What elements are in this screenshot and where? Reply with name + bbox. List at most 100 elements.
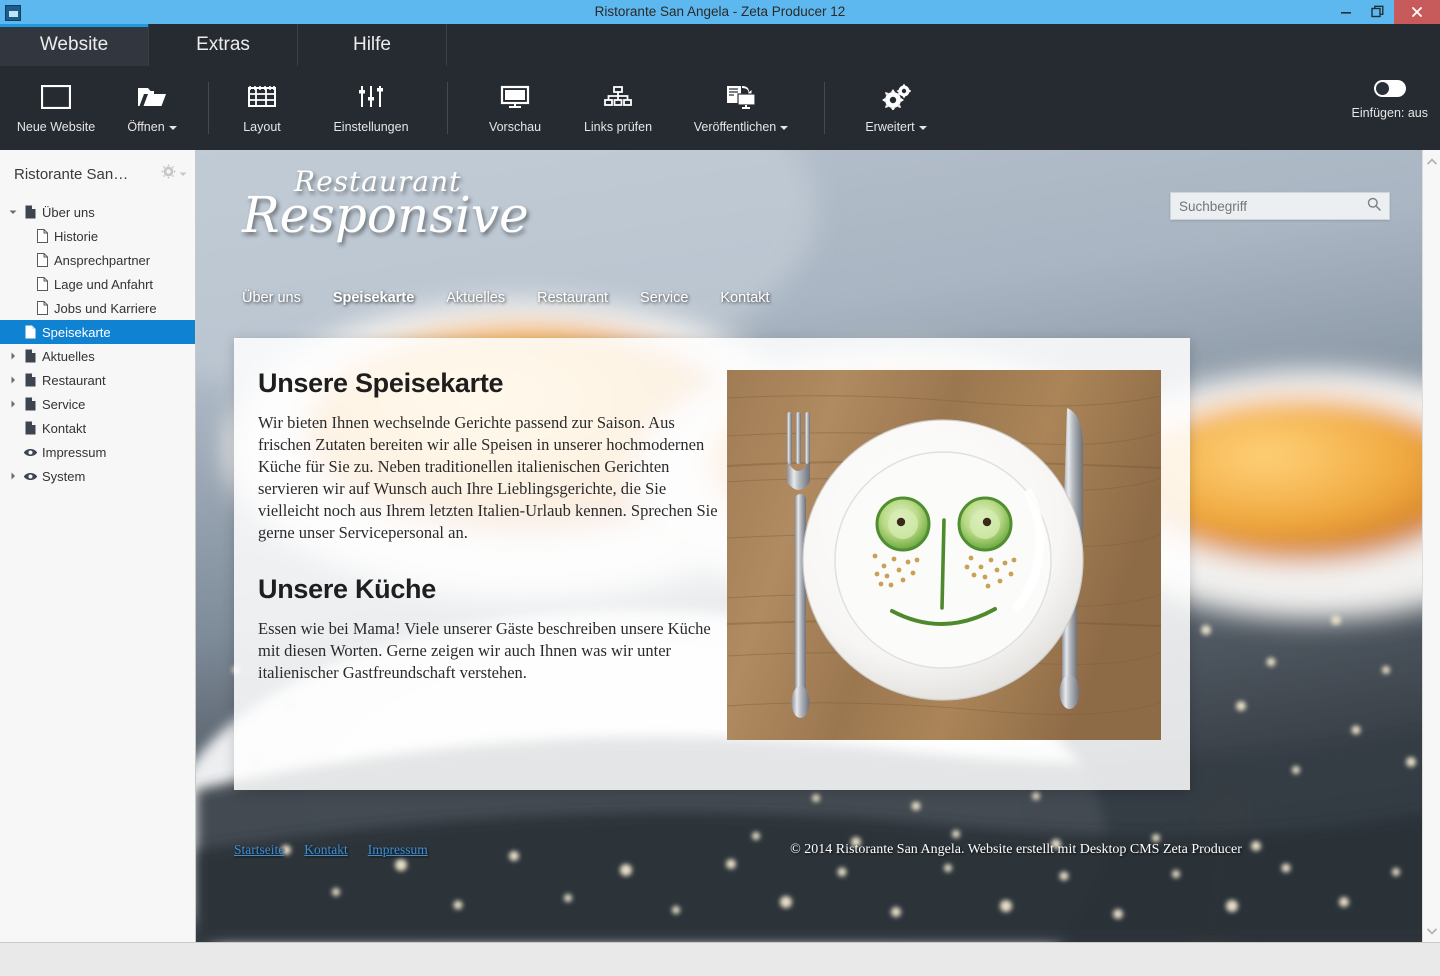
chevron-down-icon <box>169 126 177 130</box>
open-button[interactable]: Öffnen <box>116 66 188 134</box>
main-area: Ristorante San… <box>0 150 1440 942</box>
einfuegen-toggle[interactable]: Einfügen: aus <box>1352 80 1428 120</box>
site-navigation: Über uns Speisekarte Aktuelles Restauran… <box>242 290 770 306</box>
preview-scrollbar[interactable] <box>1422 150 1440 942</box>
links-pruefen-button[interactable]: Links prüfen <box>578 66 658 134</box>
ribbon: Website Extras Hilfe Neue Website Öffnen <box>0 24 1440 150</box>
chevron-down-icon-sidebar <box>179 165 187 183</box>
close-button[interactable] <box>1394 0 1440 24</box>
toggle-knob <box>1376 82 1389 95</box>
veroeffentlichen-button[interactable]: Veröffentlichen <box>686 66 796 134</box>
expander-down-icon[interactable] <box>6 208 20 216</box>
sidebar-item-label: Speisekarte <box>40 325 111 340</box>
toolbar-separator-3 <box>824 82 825 134</box>
sidebar-item-label: Über uns <box>40 205 95 220</box>
sidebar-item-label: Aktuelles <box>40 349 95 364</box>
new-website-icon <box>41 80 71 114</box>
website-preview: Restaurant Responsive Über uns Speisekar… <box>196 150 1440 942</box>
layout-icon <box>248 80 276 114</box>
erweitert-button[interactable]: Erweitert <box>855 66 937 134</box>
expander-right-icon[interactable] <box>6 400 20 408</box>
footer-link-startseite[interactable]: Startseite <box>234 842 284 858</box>
status-bar <box>0 942 1440 976</box>
sidebar-item-ueber-uns[interactable]: Über uns <box>0 200 195 224</box>
tab-hilfe[interactable]: Hilfe <box>298 24 447 66</box>
page-filled-icon <box>20 373 40 387</box>
sidebar: Ristorante San… <box>0 150 196 942</box>
sidebar-project-title: Ristorante San… <box>14 166 161 183</box>
sidebar-item-label: Impressum <box>40 445 106 460</box>
paragraph-kueche: Essen wie bei Mama! Viele unserer Gäste … <box>258 618 718 684</box>
site-logo[interactable]: Restaurant Responsive <box>242 168 492 240</box>
site-nav-restaurant[interactable]: Restaurant <box>537 290 608 306</box>
site-nav-speisekarte[interactable]: Speisekarte <box>333 290 414 306</box>
ribbon-toolbar: Neue Website Öffnen Layout <box>0 66 1440 150</box>
sidebar-item-label: Service <box>40 397 85 412</box>
sidebar-item-speisekarte[interactable]: Speisekarte <box>0 320 195 344</box>
search-input[interactable] <box>1179 199 1367 214</box>
page-outline-icon <box>32 253 52 267</box>
window-title: Ristorante San Angela - Zeta Producer 12 <box>0 0 1440 24</box>
content-text-column: Unsere Speisekarte Wir bieten Ihnen wech… <box>258 368 718 790</box>
paragraph-speisekarte: Wir bieten Ihnen wechselnde Gerichte pas… <box>258 412 718 544</box>
sidebar-item-label: System <box>40 469 85 484</box>
footer-link-kontakt[interactable]: Kontakt <box>304 842 348 858</box>
gears-icon <box>881 80 911 114</box>
site-nav-kontakt[interactable]: Kontakt <box>720 290 769 306</box>
new-website-button[interactable]: Neue Website <box>20 66 92 134</box>
site-nav-aktuelles[interactable]: Aktuelles <box>446 290 505 306</box>
chevron-down-icon-3 <box>919 126 927 130</box>
einstellungen-button[interactable]: Einstellungen <box>323 66 419 134</box>
sidebar-item-system[interactable]: System <box>0 464 195 488</box>
expander-right-icon[interactable] <box>6 472 20 480</box>
minimize-button[interactable] <box>1330 0 1362 24</box>
ribbon-tab-strip: Website Extras Hilfe <box>0 24 1440 66</box>
sidebar-item-ansprechpartner[interactable]: Ansprechpartner <box>0 248 195 272</box>
toolbar-separator-2 <box>447 82 448 134</box>
page-outline-icon <box>32 301 52 315</box>
title-bar: Ristorante San Angela - Zeta Producer 12 <box>0 0 1440 24</box>
chevron-up-icon[interactable] <box>1423 152 1440 170</box>
page-filled-icon <box>20 349 40 363</box>
sidebar-item-restaurant[interactable]: Restaurant <box>0 368 195 392</box>
einfuegen-toggle-label: Einfügen: aus <box>1352 106 1428 120</box>
sidebar-item-kontakt[interactable]: Kontakt <box>0 416 195 440</box>
sidebar-header: Ristorante San… <box>0 150 195 198</box>
sidebar-item-service[interactable]: Service <box>0 392 195 416</box>
toggle-switch[interactable] <box>1374 80 1406 97</box>
page-white-icon <box>20 325 40 339</box>
layout-label: Layout <box>243 120 281 134</box>
sidebar-item-historie[interactable]: Historie <box>0 224 195 248</box>
sidebar-item-label: Kontakt <box>40 421 86 436</box>
chevron-down-icon-scroll[interactable] <box>1423 922 1440 940</box>
heading-unsere-speisekarte: Unsere Speisekarte <box>258 368 718 399</box>
search-icon[interactable] <box>1367 197 1381 216</box>
restore-button[interactable] <box>1362 0 1394 24</box>
sidebar-item-lage-und-anfahrt[interactable]: Lage und Anfahrt <box>0 272 195 296</box>
plate-face-photo[interactable] <box>727 370 1161 740</box>
site-nav-ueber-uns[interactable]: Über uns <box>242 290 301 306</box>
expander-right-icon[interactable] <box>6 352 20 360</box>
vorschau-button[interactable]: Vorschau <box>480 66 550 134</box>
logo-line-2: Responsive <box>242 190 492 240</box>
eye-icon <box>20 471 40 482</box>
page-filled-icon <box>20 421 40 435</box>
footer-link-impressum[interactable]: Impressum <box>368 842 428 858</box>
sidebar-item-jobs-und-karriere[interactable]: Jobs und Karriere <box>0 296 195 320</box>
layout-button[interactable]: Layout <box>231 66 293 134</box>
sidebar-item-label: Restaurant <box>40 373 106 388</box>
sidebar-item-impressum[interactable]: Impressum <box>0 440 195 464</box>
tab-extras[interactable]: Extras <box>149 24 298 66</box>
erweitert-label: Erweitert <box>865 120 914 134</box>
sidebar-item-aktuelles[interactable]: Aktuelles <box>0 344 195 368</box>
site-nav-service[interactable]: Service <box>640 290 688 306</box>
tab-website[interactable]: Website <box>0 24 149 66</box>
sidebar-settings-button[interactable] <box>161 164 187 184</box>
einstellungen-label: Einstellungen <box>333 120 408 134</box>
expander-right-icon[interactable] <box>6 376 20 384</box>
links-pruefen-label: Links prüfen <box>584 120 652 134</box>
site-search-box[interactable] <box>1170 192 1390 220</box>
new-website-label: Neue Website <box>17 120 95 134</box>
plate-face-illustration <box>727 370 1161 740</box>
veroeffentlichen-label: Veröffentlichen <box>694 120 776 134</box>
